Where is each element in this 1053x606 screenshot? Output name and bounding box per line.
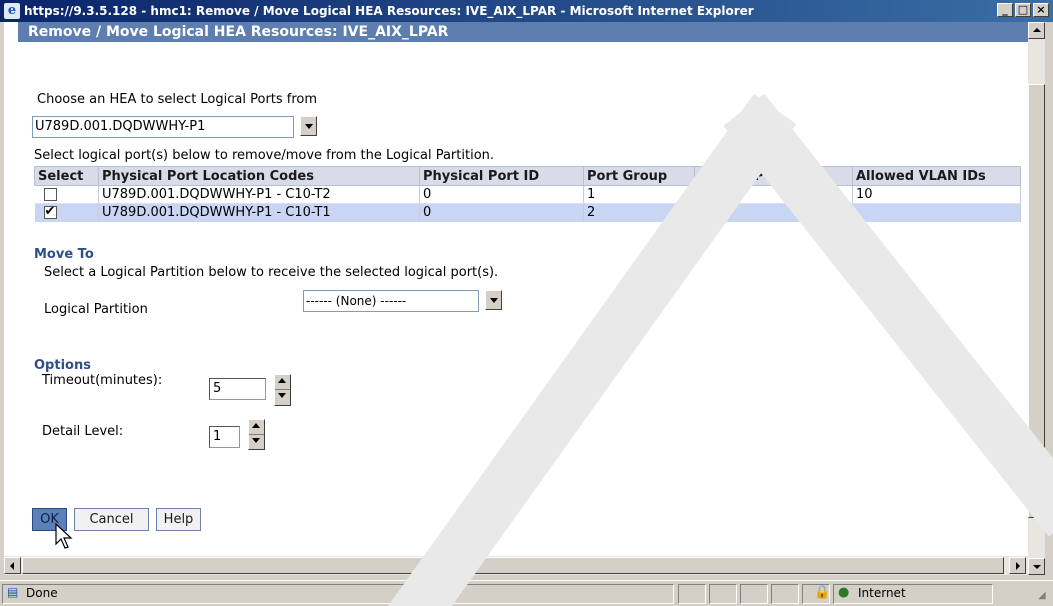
window-title: https://9.3.5.128 - hmc1: Remove / Move … [24,4,754,18]
partition-select[interactable]: ------ (None) ------ [303,290,479,312]
status-pane [740,584,768,604]
timeout-input[interactable]: 5 [209,378,266,400]
detail-level-spinner[interactable] [248,419,265,450]
port-id-cell: 0 [419,185,584,204]
vertical-scrollbar[interactable] [1028,22,1045,575]
partition-label: Logical Partition [44,302,148,317]
port-group-cell: 1 [583,185,695,204]
status-text: Done [26,586,58,600]
table-header-row: Select Physical Port Location Codes Phys… [34,166,1021,186]
column-header: Port Group [583,166,695,186]
partition-select-value: ------ (None) ------ [306,294,407,308]
logical-ids-cell: 1 [694,185,853,204]
table-row[interactable]: U789D.001.DQDWWHY-P1 - C10-T1 0 2 1 [34,203,1021,222]
ports-instruction: Select logical port(s) below to remove/m… [34,148,495,163]
scroll-up-icon[interactable] [1028,22,1045,39]
vlan-ids-cell: 10 [852,185,1021,204]
vlan-ids-cell [852,203,1021,222]
spinner-up-icon[interactable] [275,375,290,390]
location-cell: U789D.001.DQDWWHY-P1 - C10-T1 [98,203,420,222]
page-content: Remove / Move Logical HEA Resources: IVE… [4,22,1028,575]
horizontal-scroll-thumb[interactable] [22,557,1004,574]
port-id-cell: 0 [419,203,584,222]
column-header: Physical Port ID [419,166,584,186]
timeout-label: Timeout(minutes): [42,373,163,388]
horizontal-scrollbar[interactable] [4,556,1028,575]
internet-explorer-icon: e [4,3,20,19]
scroll-right-icon[interactable] [1009,557,1026,574]
detail-level-input[interactable]: 1 [209,426,240,448]
minimize-button[interactable]: _ [997,3,1013,17]
row-select-checkbox[interactable] [43,188,57,201]
column-header: Allowed VLAN IDs [852,166,1021,186]
mouse-cursor-icon [55,522,73,549]
logical-ports-table: Select Physical Port Location Codes Phys… [34,166,1021,222]
status-pane [709,584,737,604]
detail-level-label: Detail Level: [42,424,124,439]
resize-grip-icon[interactable]: ◢ [1038,590,1046,601]
location-cell: U789D.001.DQDWWHY-P1 - C10-T2 [98,185,420,204]
options-heading: Options [34,358,91,373]
page-icon: ▤ [7,585,19,599]
lock-icon: 🔒 [814,585,831,600]
spinner-down-icon[interactable] [275,390,290,405]
detail-level-value: 1 [213,429,222,444]
maximize-button[interactable]: □ [1015,3,1031,17]
spinner-down-icon[interactable] [249,435,264,450]
title-bar: e https://9.3.5.128 - hmc1: Remove / Mov… [0,0,1053,22]
move-to-instruction: Select a Logical Partition below to rece… [44,265,499,280]
select-cell [34,185,99,204]
partition-dropdown-button[interactable] [485,290,502,310]
hea-prompt: Choose an HEA to select Logical Ports fr… [37,92,318,107]
status-bar: ▤ Done 🔒 ● Internet ◢ [0,580,1053,606]
window-controls: _ □ × [997,3,1049,17]
select-cell [34,203,99,222]
cancel-button[interactable]: Cancel [74,508,149,531]
status-pane [678,584,706,604]
logical-ids-cell: 1 [694,203,853,222]
hea-select-value: U789D.001.DQDWWHY-P1 [35,119,206,134]
zone-label: Internet [858,586,906,600]
spinner-up-icon[interactable] [249,420,264,435]
column-header: Select [34,166,99,186]
scroll-down-icon[interactable] [1028,558,1045,575]
hea-dropdown-button[interactable] [300,116,317,136]
zone-pane [833,584,993,604]
status-pane [771,584,799,604]
status-pane-main [2,584,674,604]
move-to-heading: Move To [34,247,94,262]
timeout-spinner[interactable] [274,374,291,406]
close-button[interactable]: × [1033,3,1049,17]
scroll-thumb[interactable] [1028,84,1045,518]
hea-select[interactable]: U789D.001.DQDWWHY-P1 [32,116,294,138]
help-button[interactable]: Help [156,508,201,531]
globe-icon: ● [838,585,850,600]
port-group-cell: 2 [583,203,695,222]
row-select-checkbox[interactable] [43,204,57,220]
column-header: Logical Port IDs [694,166,853,186]
timeout-value: 5 [213,381,222,396]
dialog-header: Remove / Move Logical HEA Resources: IVE… [18,22,1028,42]
table-row[interactable]: U789D.001.DQDWWHY-P1 - C10-T2 0 1 1 10 [34,185,1021,204]
column-header: Physical Port Location Codes [98,166,420,186]
scroll-left-icon[interactable] [4,557,21,574]
